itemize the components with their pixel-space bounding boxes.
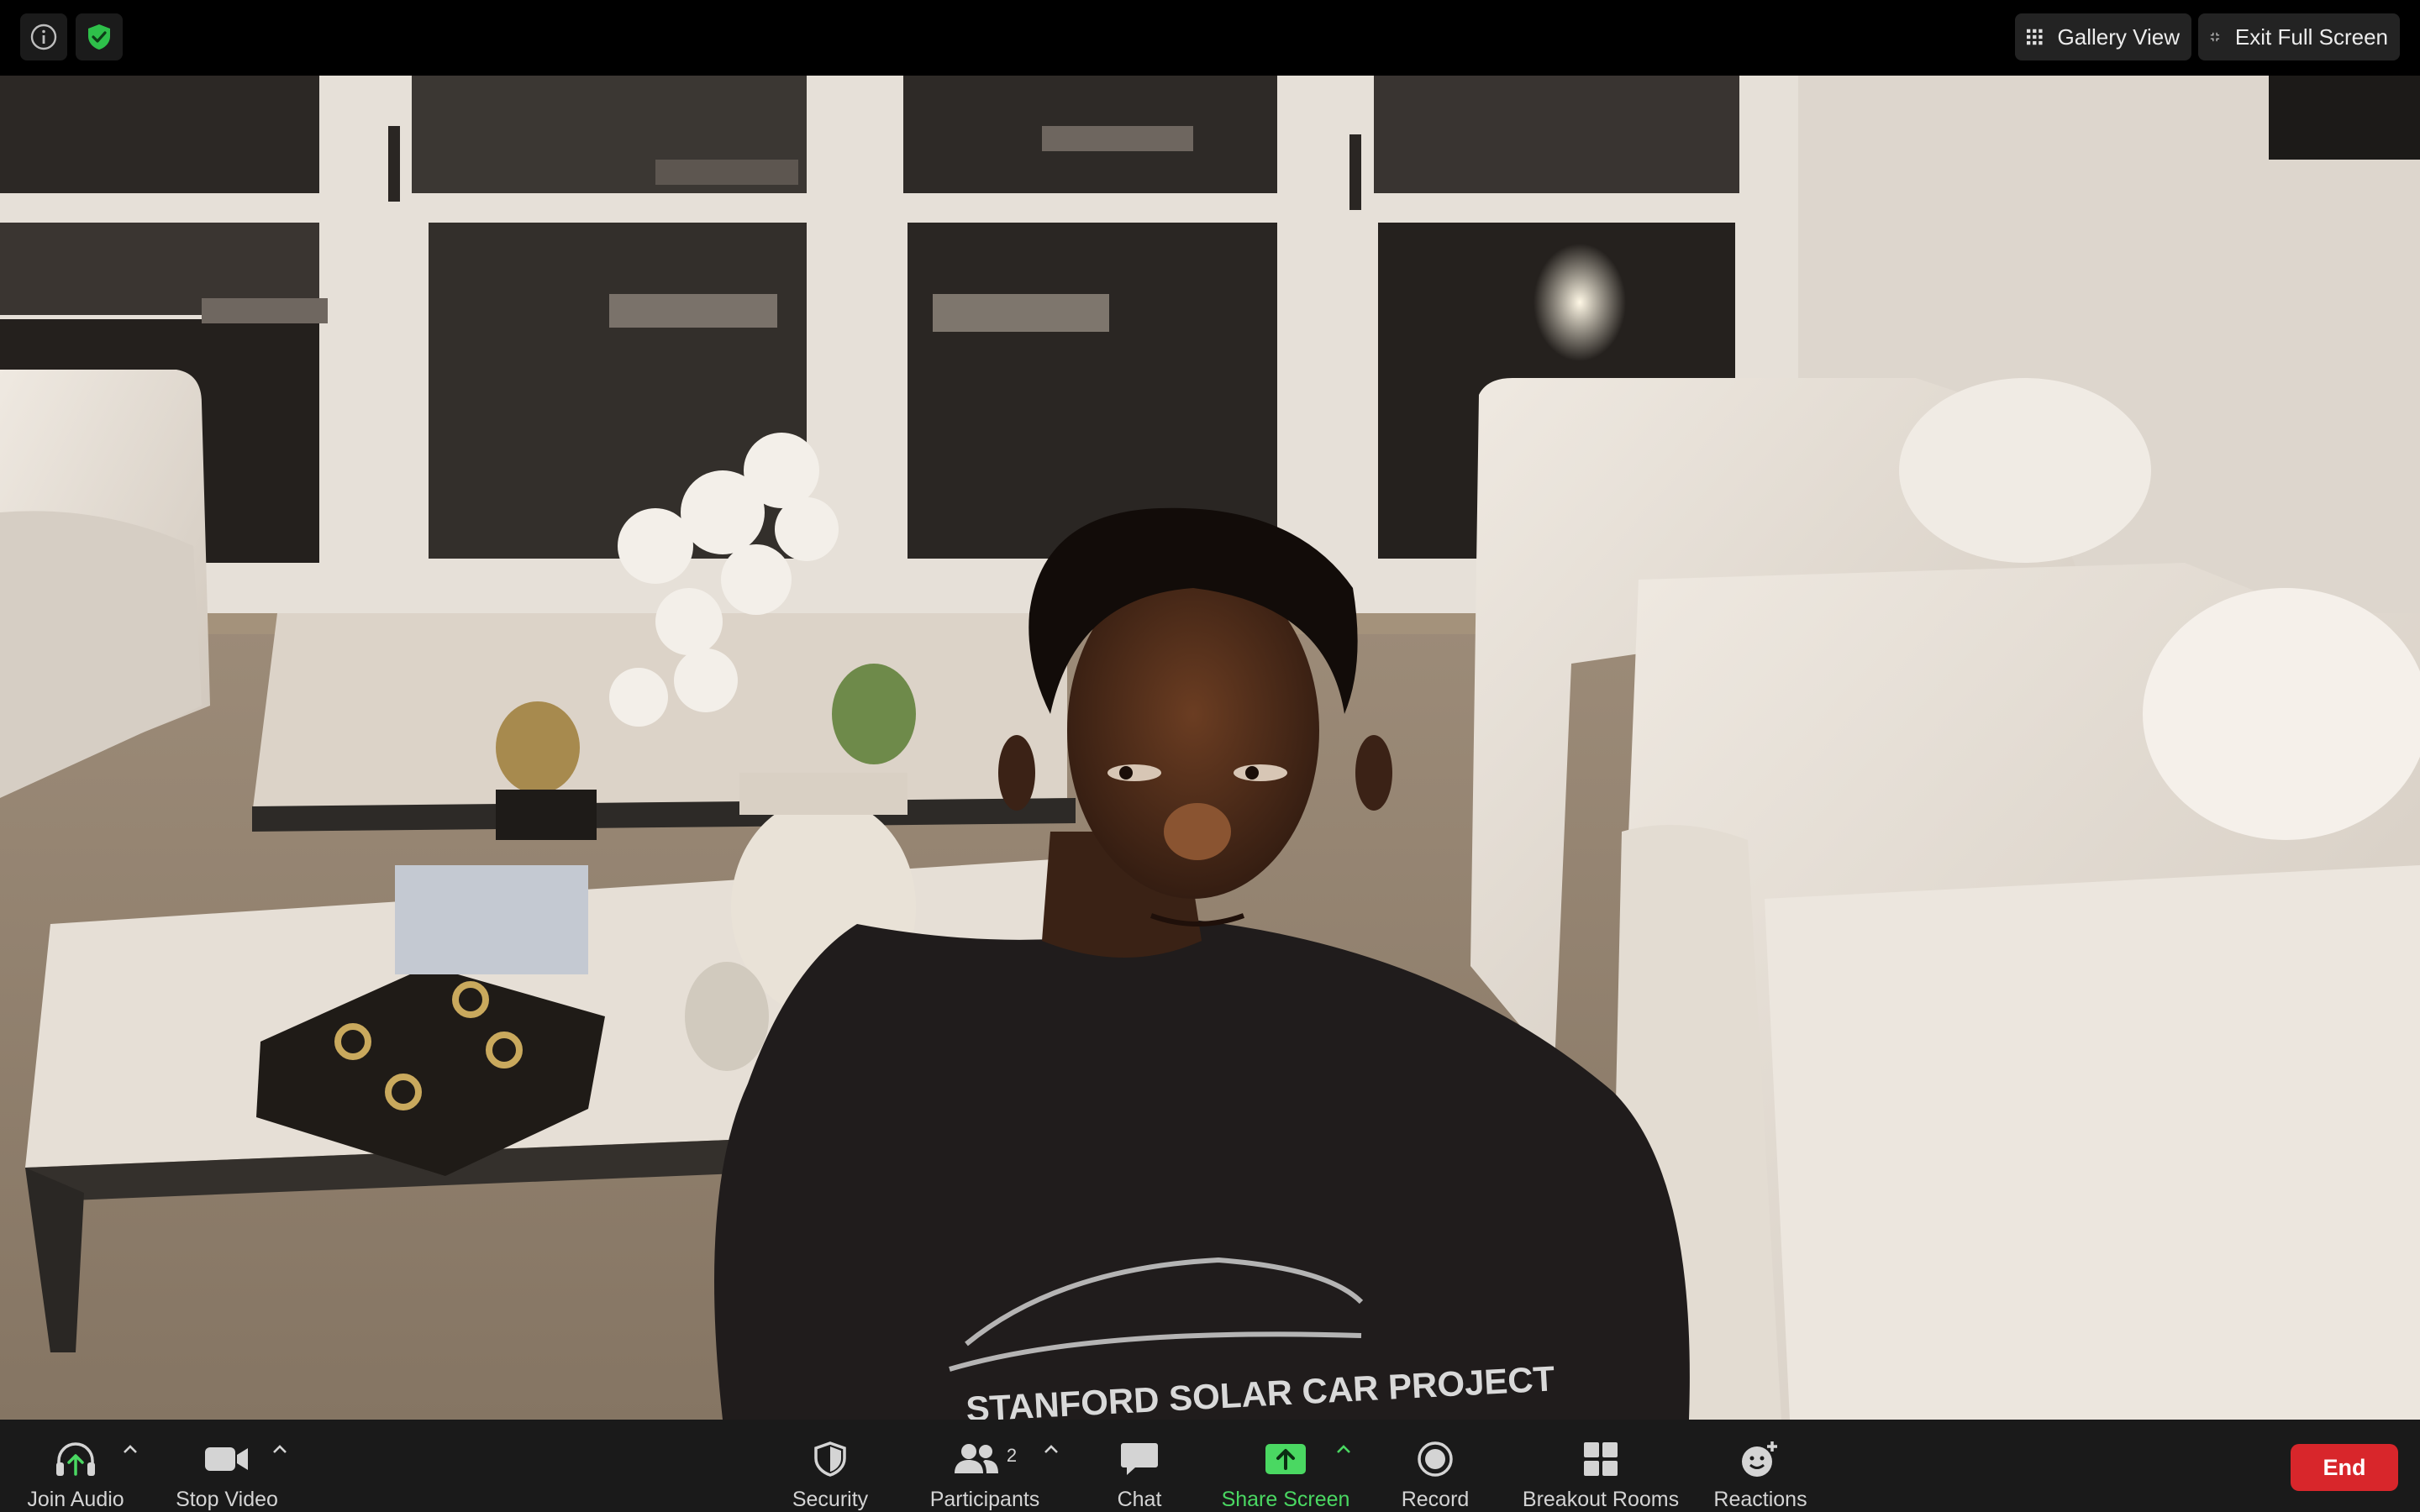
stop-video-button[interactable]: Stop Video (168, 1420, 286, 1512)
reactions-label: Reactions (1713, 1488, 1807, 1511)
participants-button[interactable]: 2 Participants (918, 1420, 1052, 1512)
chevron-up-icon (1337, 1445, 1350, 1453)
participants-label: Participants (929, 1488, 1040, 1511)
encryption-badge-button[interactable] (76, 13, 123, 60)
grid-icon (1584, 1441, 1618, 1476)
gallery-view-label: Gallery View (2057, 24, 2180, 50)
join-audio-button[interactable]: Join Audio (20, 1420, 131, 1512)
shield-check-icon (88, 24, 110, 50)
record-icon (1418, 1441, 1453, 1477)
share-screen-options-caret[interactable] (1331, 1436, 1356, 1462)
video-options-caret[interactable] (267, 1436, 292, 1462)
security-button[interactable]: Security (780, 1420, 881, 1512)
breakout-rooms-button[interactable]: Breakout Rooms (1512, 1420, 1689, 1512)
end-meeting-button[interactable]: End (2291, 1444, 2398, 1491)
chat-label: Chat (1117, 1488, 1162, 1511)
video-frame-image: STANFORD SOLAR CAR PROJECT (0, 76, 2420, 1420)
security-label: Security (792, 1488, 869, 1511)
exit-full-screen-icon (2210, 32, 2220, 42)
chevron-up-icon (273, 1445, 287, 1453)
reactions-button[interactable]: Reactions (1706, 1420, 1815, 1512)
people-icon (954, 1443, 998, 1473)
meeting-info-button[interactable] (20, 13, 67, 60)
participants-options-caret[interactable] (1039, 1436, 1064, 1462)
chevron-up-icon (124, 1445, 137, 1453)
record-button[interactable]: Record (1385, 1420, 1486, 1512)
smiley-plus-icon (1742, 1441, 1777, 1477)
participant-count: 2 (1006, 1444, 1018, 1466)
share-arrow-icon (1265, 1443, 1306, 1474)
gallery-view-button[interactable]: Gallery View (2015, 13, 2191, 60)
chat-bubble-icon (1121, 1442, 1158, 1475)
info-icon (30, 24, 57, 50)
chat-button[interactable]: Chat (1089, 1420, 1190, 1512)
video-camera-icon (205, 1446, 248, 1471)
chevron-up-icon (1044, 1445, 1058, 1453)
audio-options-caret[interactable] (118, 1436, 143, 1462)
headphones-arrow-icon (56, 1441, 95, 1476)
shield-icon (814, 1441, 846, 1477)
share-screen-button[interactable]: Share Screen (1218, 1420, 1353, 1512)
meeting-controls-toolbar: Join Audio Stop Video Security 2 Partici… (0, 1420, 2420, 1512)
exit-full-screen-label: Exit Full Screen (2234, 24, 2388, 50)
participant-video-feed[interactable]: STANFORD SOLAR CAR PROJECT (0, 76, 2420, 1420)
breakout-rooms-label: Breakout Rooms (1522, 1488, 1680, 1511)
grid-view-icon (2027, 29, 2043, 45)
top-bar: Gallery View Exit Full Screen (0, 0, 2420, 76)
stop-video-label: Stop Video (176, 1488, 278, 1511)
record-label: Record (1401, 1488, 1470, 1511)
exit-full-screen-button[interactable]: Exit Full Screen (2198, 13, 2400, 60)
share-screen-label: Share Screen (1221, 1488, 1350, 1511)
join-audio-label: Join Audio (27, 1488, 124, 1511)
zoom-meeting-window: Gallery View Exit Full Screen STANFORD S… (0, 0, 2420, 1512)
